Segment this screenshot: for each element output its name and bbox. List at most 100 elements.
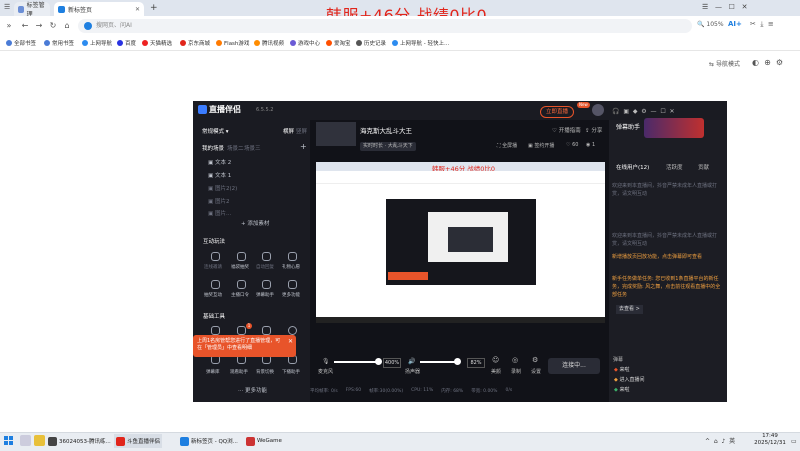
settings-icon[interactable]: ⚙ [776,58,783,67]
speaker-slider-handle[interactable] [454,358,461,365]
headset-icon[interactable]: 🎧 [612,108,619,115]
bookmark-item[interactable]: 天猫精选 [142,38,172,48]
menu-icon[interactable]: ☰ [702,3,708,11]
gift-icon[interactable]: ▣ [623,108,629,115]
close-icon[interactable]: ✕ [742,3,748,11]
address-bar[interactable]: 搜网页、问AI [78,19,692,33]
minimize-icon[interactable]: — [650,108,656,115]
stream-preview[interactable]: 韩服+46分 战绩0比0 [316,162,605,323]
source-item[interactable]: ▣ 图片2(2) [208,184,237,192]
theme-icon[interactable]: ◐ [752,58,759,67]
admin-notice-popup[interactable]: 上周1名房管帮您进行了直播管理，可在「管理员」中查看明细 ✕ [193,335,296,357]
home-icon[interactable]: ⌂ [62,20,72,31]
danmu-wall-icon[interactable] [211,326,220,335]
new-tab-button[interactable]: + [150,3,158,13]
pin-icon[interactable]: ◆ [633,108,638,115]
brush-icon[interactable] [237,326,246,335]
auto-reply-icon[interactable] [262,252,271,261]
live-status-button[interactable]: 立即直播 [540,106,575,118]
source-item[interactable]: ▣ 图片... [208,209,231,217]
bookmark-item[interactable]: 上网导航 [82,38,112,48]
record-icon[interactable]: ◎ [512,356,518,364]
tab-activity[interactable]: 活跃度 [666,163,683,171]
connect-icon[interactable] [211,252,220,261]
maximize-icon[interactable]: ☐ [660,108,665,115]
room-cover-thumbnail[interactable] [316,122,356,146]
room-category[interactable]: 实时时长 · 大乱斗天下 [360,142,416,151]
lucky-bag-icon[interactable] [237,252,246,261]
sidebar-toggle-icon[interactable]: » [4,20,14,31]
bookmark-item[interactable]: 腾讯视频 [254,38,284,48]
settings-icon[interactable]: ≡ [768,20,774,28]
extension-icon[interactable]: ✂ [750,20,756,28]
bookmark-item[interactable]: 常用书签 [44,38,74,48]
mode-selector[interactable]: 常规模式 ▾ [202,127,229,135]
guide-button[interactable]: ♡ 开播指南 [552,126,581,134]
ai-button[interactable]: AI+ [728,20,742,28]
bookmark-item[interactable]: 上网导航 - 轻快上... [392,38,449,48]
gift-wish-icon[interactable] [288,252,297,261]
tab-online-users[interactable]: 在线用户(12) [616,163,649,171]
scene-tab-3[interactable]: 场景三 [244,144,261,152]
add-icon[interactable]: ⊕ [764,58,771,67]
start-live-button[interactable]: 连接中... [548,358,600,374]
taskbar-item[interactable]: 新标签页 - QQ浏... [180,434,238,448]
speaker-slider[interactable] [420,361,456,363]
bookmark-item[interactable]: 京东商城 [180,38,210,48]
tray-expand-icon[interactable]: ^ [705,438,710,445]
ime-indicator[interactable]: 英 [729,438,735,445]
tab-landscape[interactable]: 横屏 [283,127,294,135]
bookmark-item[interactable]: Flash游戏 [216,38,249,48]
speaker-icon[interactable]: 🔊 [408,358,415,365]
windows-start-icon[interactable] [4,436,13,445]
mic-icon[interactable]: 🎙 [322,358,330,365]
minimize-icon[interactable]: — [715,3,722,11]
bookmark-item[interactable]: 爱淘宝 [326,38,351,48]
avatar[interactable] [592,104,604,116]
danmu-assistant-icon[interactable] [262,280,271,289]
tab-new-tab[interactable]: 新标签页 ✕ [54,2,144,16]
bookmark-item[interactable]: 历史记录 [356,38,386,48]
close-icon[interactable]: ✕ [670,108,675,115]
lottery-icon[interactable] [211,280,220,289]
source-item[interactable]: ▣ 文本 1 [208,171,231,179]
room-title[interactable]: 海克斯大乱斗大王 [360,125,412,135]
download-tool-icon[interactable] [288,326,297,335]
add-scene-button[interactable]: + [300,142,307,151]
go-see-button[interactable]: 去查看 > [616,305,643,314]
mic-value[interactable]: 400% [383,358,401,368]
bookmark-item[interactable]: 全部书签 [6,38,36,48]
refresh-icon[interactable]: ↻ [48,20,58,31]
nav-mode-button[interactable]: ⇆ 导航模式 [709,59,740,68]
taskbar-item[interactable]: 36024053-腾讯练... [48,434,111,448]
taskbar-item[interactable]: 斗鱼直播伴侣 [114,434,163,448]
bookmark-item[interactable]: 百度 [117,38,136,48]
close-icon[interactable]: ✕ [288,338,293,345]
back-icon[interactable]: ← [20,20,30,31]
folder-icon[interactable] [34,435,45,446]
mic-slider[interactable] [334,361,378,363]
tab-bookmark-manager[interactable]: 标签管理 [14,2,50,18]
notification-icon[interactable]: ▭ [791,438,797,445]
volume-icon[interactable]: ♪ [722,438,726,445]
settings-icon[interactable]: ⚙ [532,356,538,364]
forward-icon[interactable]: → [34,20,44,31]
scene-tab-mine[interactable]: 我的场景 [202,144,224,152]
signed-live-button[interactable]: ▣ 签约开播 [528,142,554,149]
source-item[interactable]: ▣ 图片2 [208,197,229,205]
bookmark-item[interactable]: 游戏中心 [290,38,320,48]
explorer-icon[interactable] [20,435,31,446]
taskbar-item[interactable]: WeGame [246,434,282,448]
more-functions-button[interactable]: ··· 更多功能 [238,386,267,394]
fullscreen-button[interactable]: ⛶ 全屏播 [497,142,517,149]
tab-portrait[interactable]: 竖屏 [296,127,307,135]
beauty-icon[interactable]: ☺ [492,356,499,364]
password-icon[interactable] [237,280,246,289]
network-icon[interactable]: ⌂ [714,438,718,445]
speaker-value[interactable]: 82% [467,358,485,368]
tab-menu-icon[interactable]: ☰ [4,3,12,13]
clock[interactable]: 17:49 2025/12/31 [752,433,788,447]
download-icon[interactable]: ⤓ [760,20,763,28]
settings-icon[interactable]: ⚙ [641,108,646,115]
maximize-icon[interactable]: ☐ [729,3,735,11]
